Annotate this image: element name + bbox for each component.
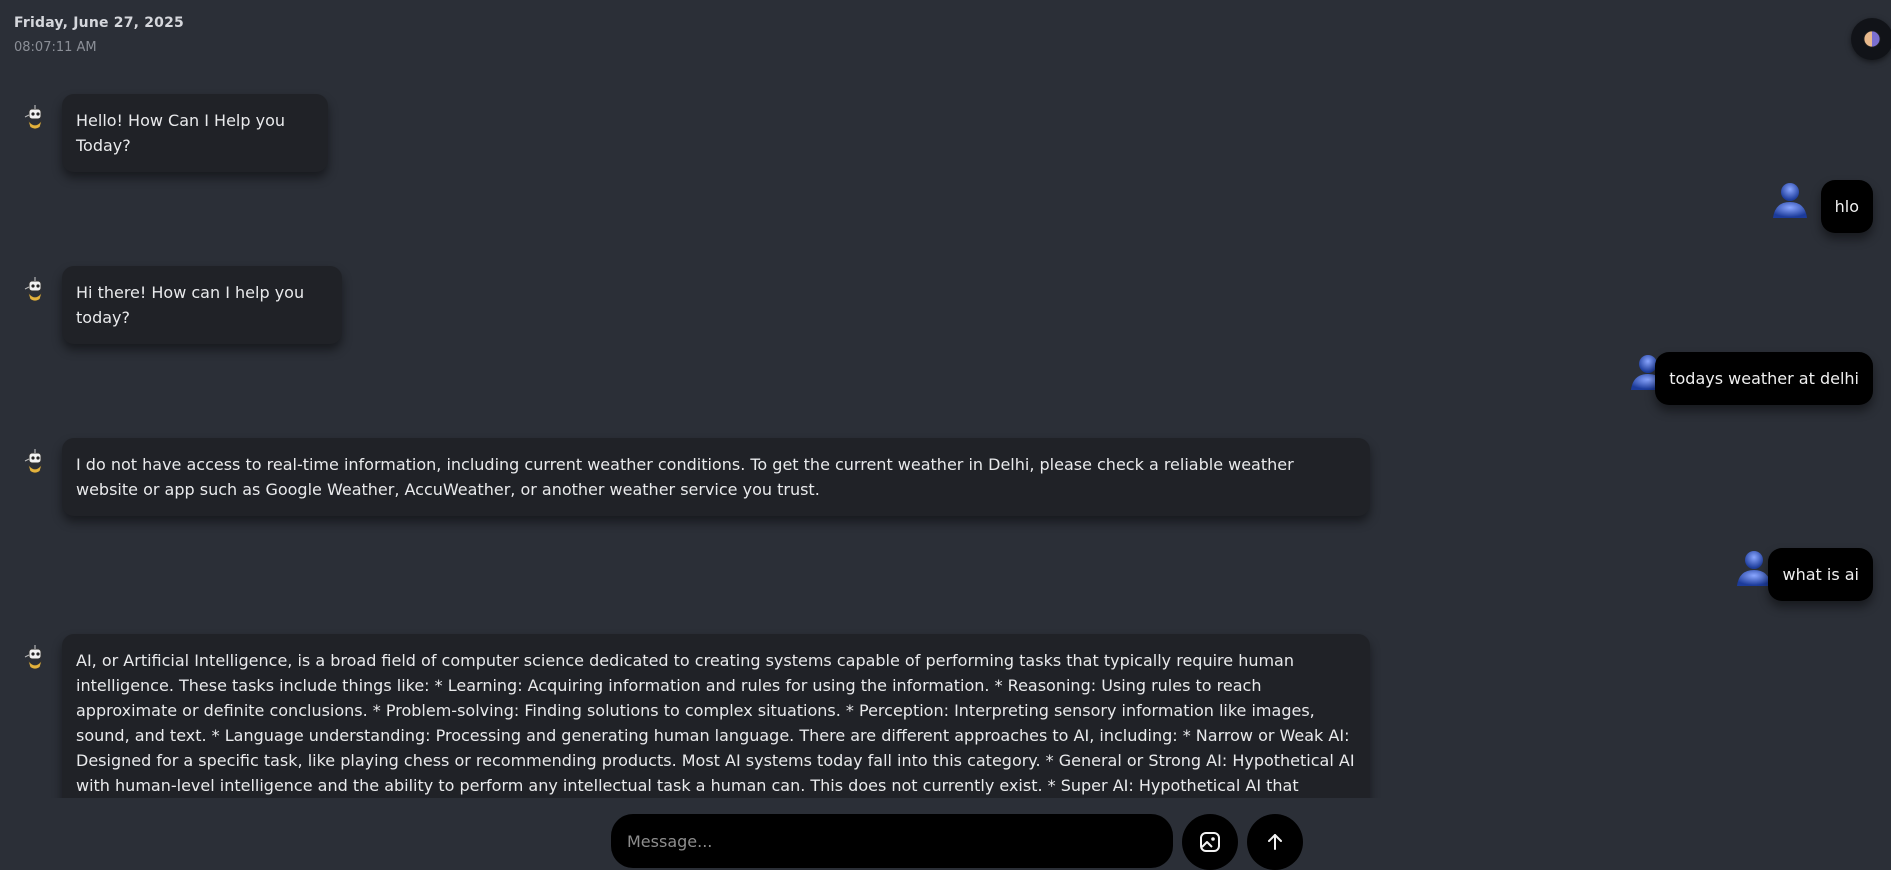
message-input[interactable] — [625, 830, 1159, 852]
message-list[interactable]: Hello! How Can I Help you Today? hlo Hi … — [0, 88, 1891, 798]
chat-page: Friday, June 27, 2025 08:07:11 AM Hello!… — [0, 0, 1891, 870]
robot-avatar-icon — [24, 277, 43, 302]
robot-avatar-icon — [24, 645, 43, 670]
arrow-up-icon — [1268, 834, 1282, 850]
bot-message: I do not have access to real-time inform… — [0, 438, 1891, 518]
send-button[interactable] — [1247, 814, 1303, 870]
theme-toggle-icon — [1863, 30, 1881, 48]
user-message-bubble: hlo — [1820, 180, 1873, 233]
user-avatar-icon — [1737, 551, 1771, 586]
image-upload-icon — [1200, 832, 1220, 852]
user-avatar-icon — [1773, 183, 1807, 218]
user-message-bubble: todays weather at delhi — [1655, 352, 1873, 405]
user-message: hlo — [0, 180, 1891, 240]
robot-avatar-icon — [24, 449, 43, 474]
bot-message-bubble: Hello! How Can I Help you Today? — [62, 94, 328, 172]
theme-toggle-button[interactable] — [1851, 18, 1891, 60]
bot-message-bubble: Hi there! How can I help you today? — [62, 266, 342, 344]
bot-message-bubble: I do not have access to real-time inform… — [62, 438, 1370, 516]
bot-message: AI, or Artificial Intelligence, is a bro… — [0, 634, 1891, 798]
datetime-header: Friday, June 27, 2025 08:07:11 AM — [14, 15, 184, 55]
user-message-bubble: what is ai — [1768, 548, 1873, 601]
current-time: 08:07:11 AM — [14, 40, 97, 55]
user-message: what is ai — [0, 548, 1891, 608]
bot-message-bubble: AI, or Artificial Intelligence, is a bro… — [62, 634, 1370, 798]
bot-message: Hello! How Can I Help you Today? — [0, 94, 1891, 172]
user-message: todays weather at delhi — [0, 352, 1891, 412]
current-date: Friday, June 27, 2025 — [14, 15, 184, 31]
attach-image-button[interactable] — [1182, 814, 1238, 870]
bot-message: Hi there! How can I help you today? — [0, 266, 1891, 344]
message-composer — [611, 814, 1173, 868]
robot-avatar-icon — [24, 105, 43, 130]
